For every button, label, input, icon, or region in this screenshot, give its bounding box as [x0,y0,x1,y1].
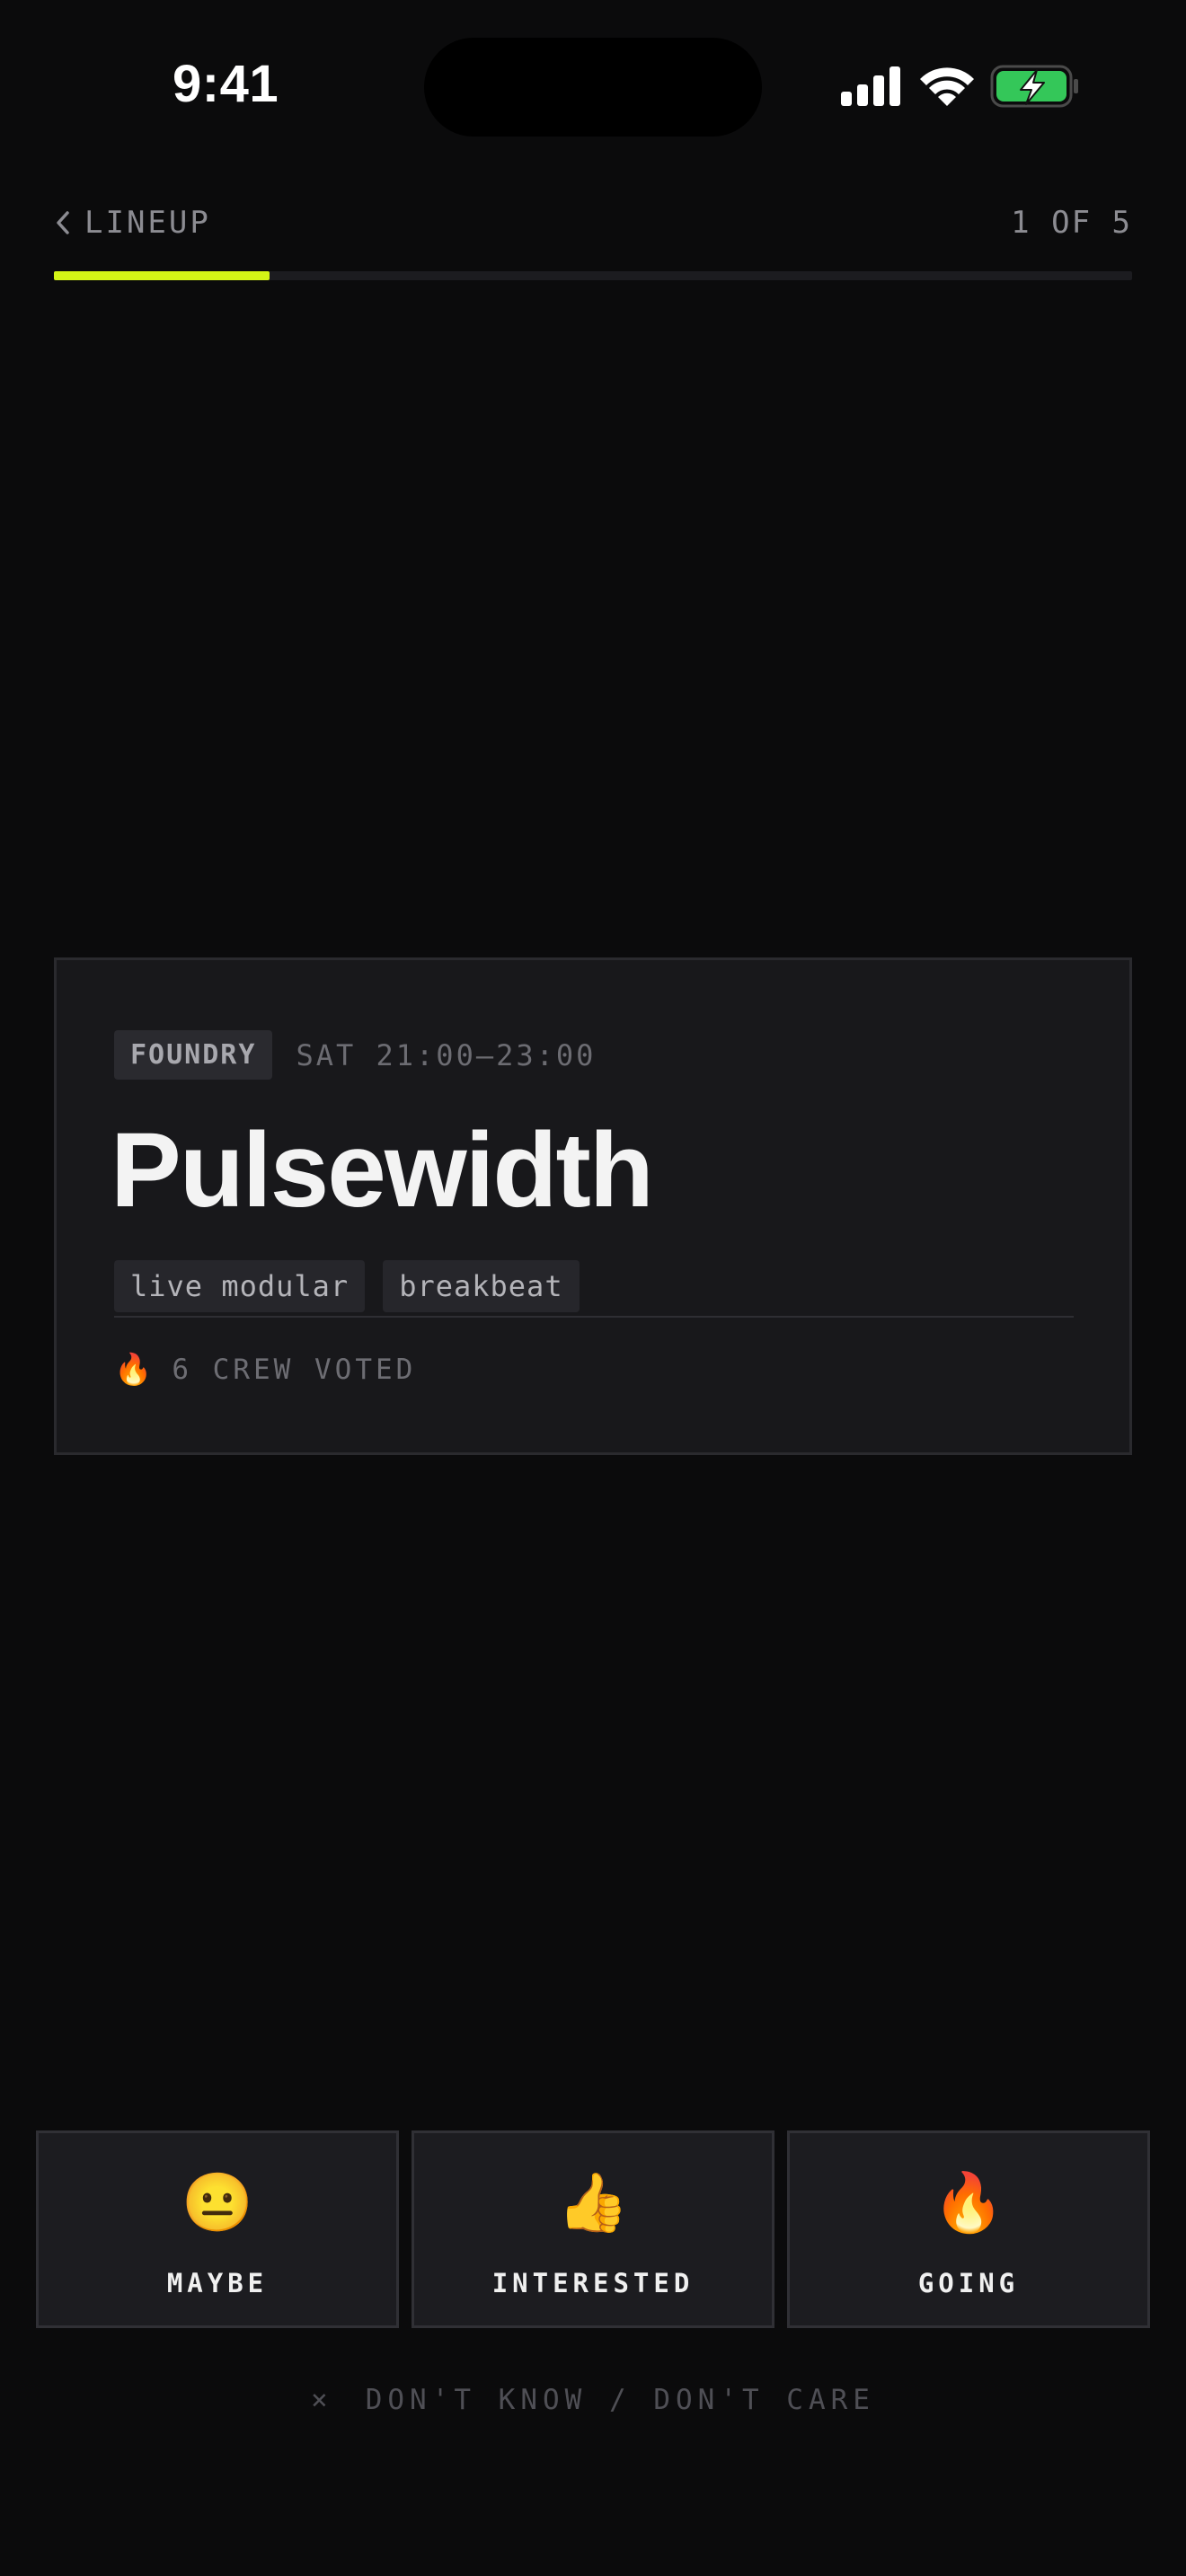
votes-count-text: 6 CREW VOTED [172,1354,417,1386]
progress-bar [54,271,1132,280]
fire-icon: 🔥 [114,1352,153,1388]
interested-button[interactable]: 👍 INTERESTED [412,2130,774,2328]
progress-bar-fill [54,271,270,280]
chevron-left-icon [57,211,69,234]
interested-label: INTERESTED [491,2268,695,2298]
skip-button[interactable]: × DON'T KNOW / DON'T CARE [0,2384,1186,2416]
battery-charging-icon [990,65,1078,108]
thumbs-up-icon: 👍 [557,2170,629,2236]
card-meta: FOUNDRY SAT 21:00–23:00 [114,1030,596,1080]
crew-votes: 🔥 6 CREW VOTED [114,1352,416,1388]
genre-tag: live modular [114,1260,366,1312]
maybe-label: MAYBE [166,2268,269,2298]
cellular-signal-icon [841,66,900,106]
card-divider [114,1316,1074,1318]
stage-badge: FOUNDRY [114,1030,273,1080]
lineup-card: FOUNDRY SAT 21:00–23:00 Pulsewidth live … [54,957,1132,1455]
genre-tag: breakbeat [383,1260,580,1312]
fire-icon: 🔥 [933,2170,1005,2236]
genre-tags: live modular breakbeat [114,1260,580,1312]
progress-count: 1 OF 5 [1011,205,1132,241]
wifi-icon [920,67,974,106]
skip-label: DON'T KNOW / DON'T CARE [365,2384,875,2416]
artist-name: Pulsewidth [111,1111,654,1230]
close-icon: × [311,2384,333,2416]
vote-buttons: 😐 MAYBE 👍 INTERESTED 🔥 GOING [36,2130,1150,2328]
dynamic-island [424,38,762,137]
status-bar: 9:41 [0,0,1186,171]
going-button[interactable]: 🔥 GOING [787,2130,1150,2328]
back-label: LINEUP [84,205,211,241]
going-label: GOING [917,2268,1020,2298]
time-slot: SAT 21:00–23:00 [296,1037,597,1072]
back-button[interactable]: LINEUP [54,205,211,241]
maybe-button[interactable]: 😐 MAYBE [36,2130,399,2328]
neutral-face-icon: 😐 [181,2170,253,2236]
status-time: 9:41 [173,55,279,113]
